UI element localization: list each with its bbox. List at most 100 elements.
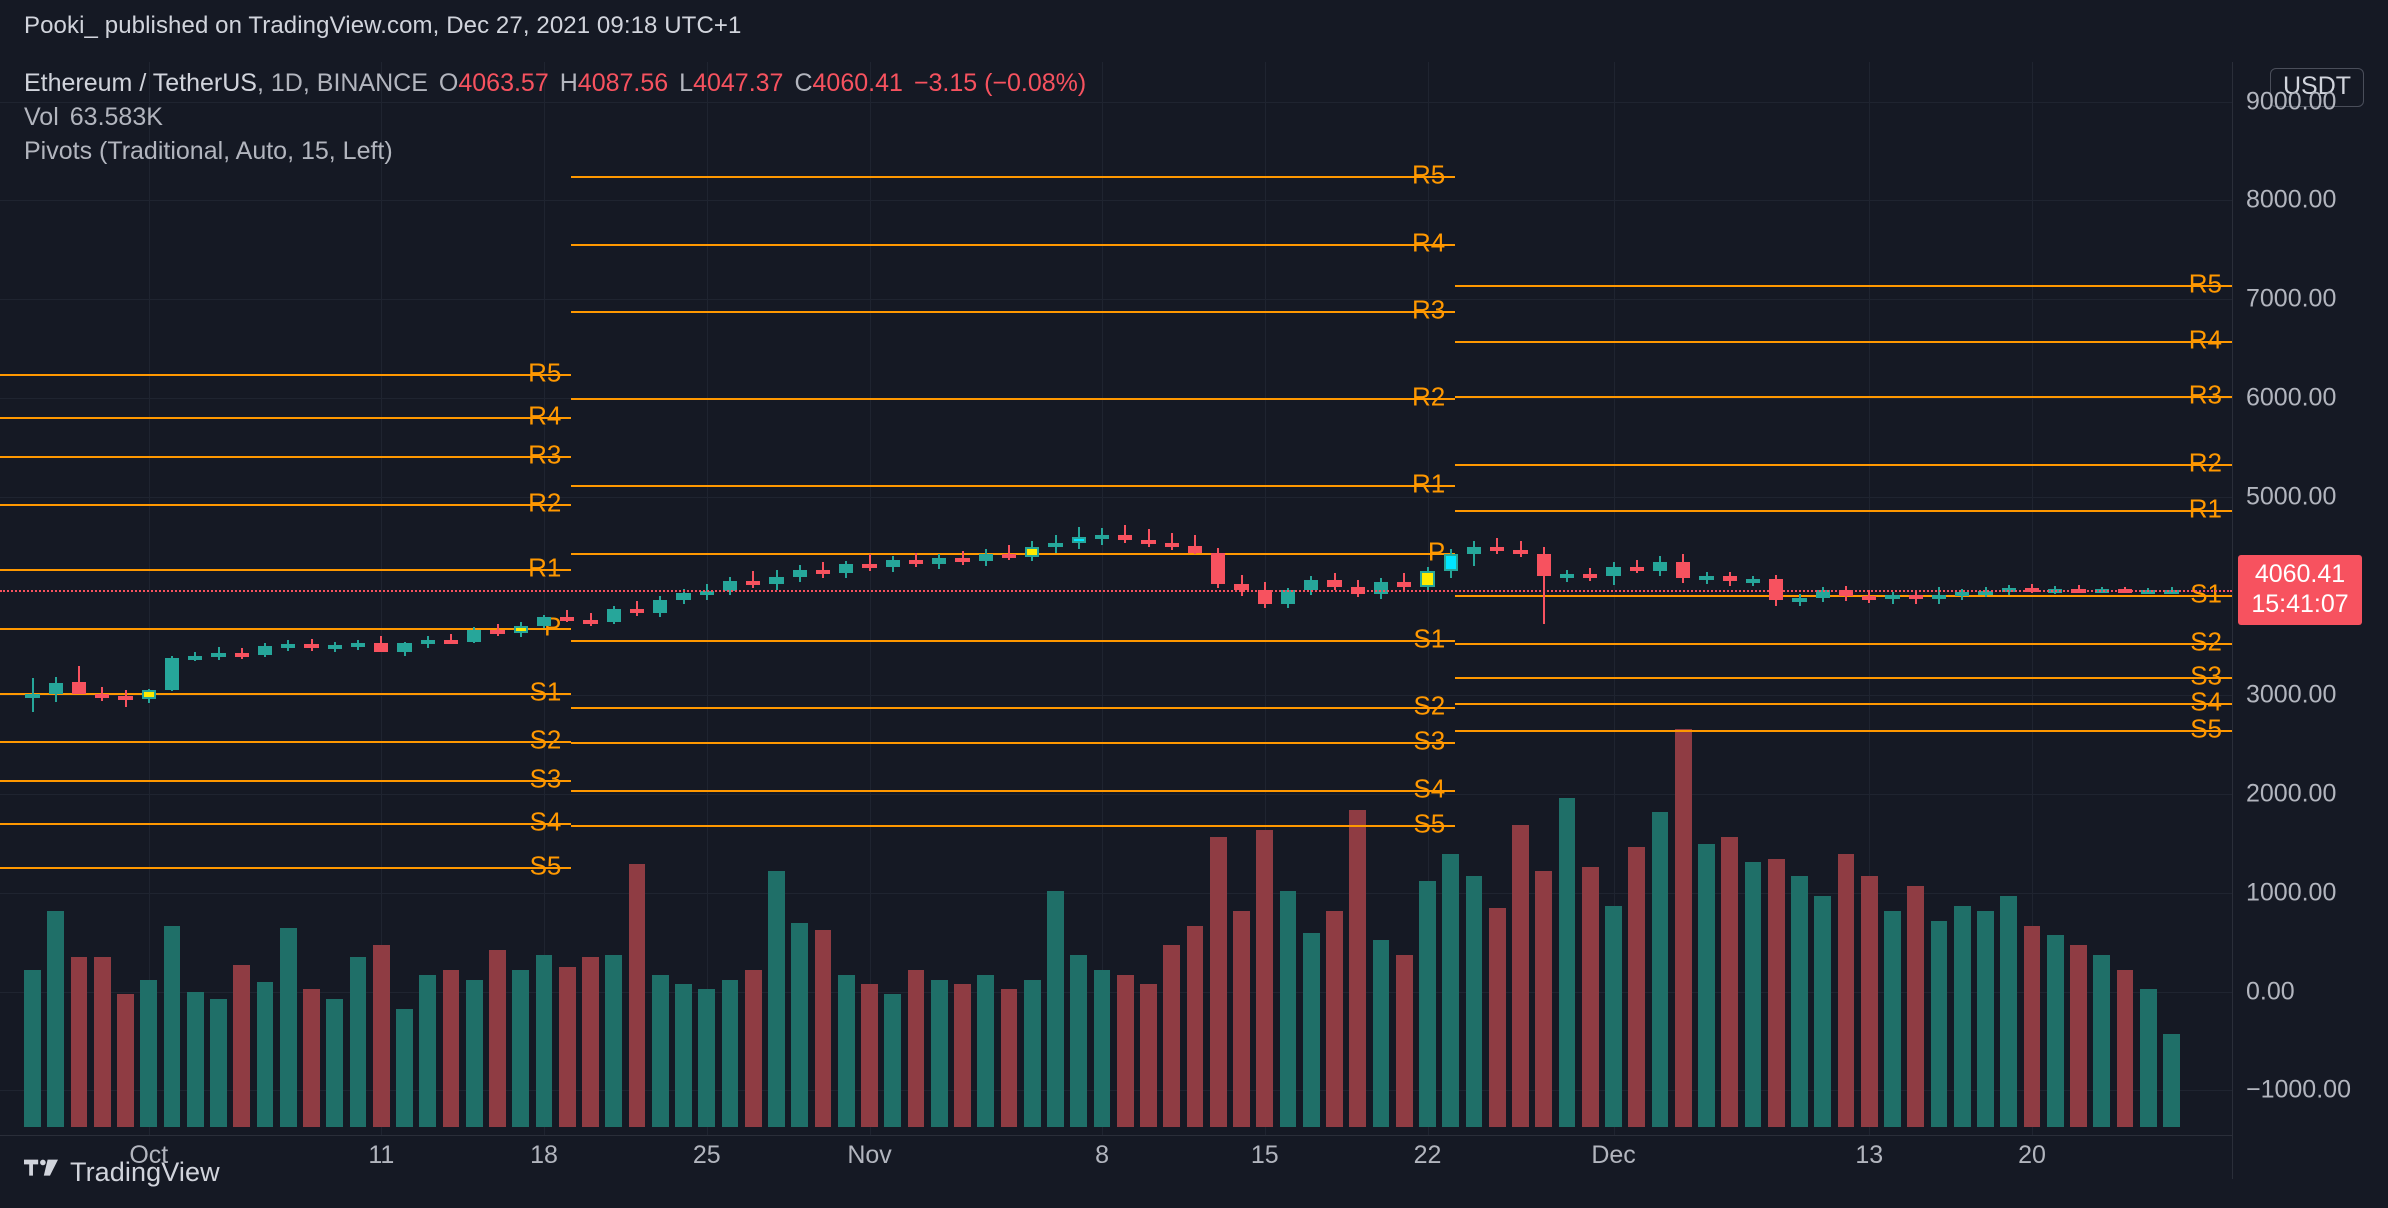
candle-body [350, 643, 366, 648]
pivot-line-s2[interactable] [571, 706, 1456, 709]
candle-body [1583, 574, 1598, 579]
current-price-badge[interactable]: 4060.41 15:41:07 [2238, 555, 2362, 626]
time-tick: 22 [1413, 1141, 1442, 1169]
volume-bar [907, 969, 925, 1127]
pivot-label-s2: S2 [1413, 690, 1446, 721]
pivot-line-r3[interactable] [1455, 396, 2232, 399]
current-price-value: 4060.41 [2254, 560, 2346, 589]
volume-bar [930, 979, 948, 1127]
pivot-line-r2[interactable] [571, 398, 1456, 401]
candle-body [1676, 562, 1691, 579]
candle-body [1955, 592, 1970, 597]
pivot-line-s5[interactable] [571, 825, 1456, 828]
pivot-line-s5[interactable] [0, 866, 572, 869]
candle-wick [1008, 544, 1011, 561]
gridline-horizontal [0, 101, 2232, 103]
pivot-label-s5: S5 [2190, 713, 2222, 744]
candle-body [1280, 590, 1296, 604]
volume-bar [2139, 989, 2157, 1127]
axis-corner [2232, 1135, 2388, 1179]
price-tick: 7000.00 [2246, 284, 2337, 313]
pivot-label-r2: R2 [2188, 447, 2222, 478]
pivot-line-s4[interactable] [0, 823, 572, 826]
pivot-line-r4[interactable] [571, 243, 1456, 246]
candle-body [443, 639, 459, 644]
candle-body [257, 646, 273, 656]
pivot-line-s3[interactable] [571, 742, 1456, 745]
volume-bar [1581, 866, 1599, 1127]
pivot-line-r5[interactable] [571, 175, 1456, 178]
pivot-line-s4[interactable] [571, 789, 1456, 792]
pivot-label-s4: S4 [529, 806, 562, 837]
chart-pane[interactable]: R5 R4 R3 R2 R1 P S1 S2 S3 S4 S5 R5 R4 R3 R2 R1 P S1 S2 S3 S4… [0, 62, 2232, 1135]
candle-body [955, 558, 970, 563]
candle-body [1164, 542, 1179, 547]
volume-bar [1047, 891, 1064, 1127]
volume-bar [721, 979, 739, 1127]
candle-body [1792, 598, 1807, 602]
pivot-line-p[interactable] [0, 627, 572, 630]
candle-body [1118, 534, 1133, 540]
pivot-label-r1: R1 [1412, 468, 1446, 499]
candle-body [1001, 553, 1017, 558]
volume-bar [744, 969, 762, 1127]
volume-bar [396, 1009, 413, 1127]
gridline-vertical [870, 62, 871, 1135]
volume-bar [1791, 876, 1808, 1127]
candle-body [1745, 579, 1761, 584]
volume-bar [768, 871, 785, 1127]
footer: TradingView [24, 1157, 220, 1188]
volume-bar [419, 974, 437, 1127]
time-tick: Nov [847, 1141, 892, 1169]
pivot-line-r3[interactable] [571, 311, 1456, 314]
price-tick: 5000.00 [2246, 482, 2337, 511]
candle-body [1629, 567, 1644, 572]
pivot-line-r1[interactable] [571, 485, 1456, 488]
volume-bar [163, 925, 181, 1127]
pivot-line-s1[interactable] [571, 639, 1456, 642]
pivot-line-s5[interactable] [1455, 729, 2232, 732]
pivot-label-r2: R2 [1412, 381, 1446, 412]
time-axis[interactable]: Oct 11 18 25 Nov 8 15 22 Dec 13 20 [0, 1135, 2232, 1179]
pivot-label-r4: R4 [2188, 324, 2222, 355]
pivot-label-s2: S2 [2190, 626, 2222, 657]
candle-body [1025, 546, 1040, 558]
volume-bar [1186, 925, 1204, 1127]
pivot-line-r4[interactable] [0, 417, 572, 420]
price-tick: 9000.00 [2246, 87, 2337, 116]
pivot-line-r2[interactable] [0, 504, 572, 507]
pivot-line-s2[interactable] [0, 741, 572, 744]
price-axis[interactable]: USDT 9000.00 8000.00 7000.00 6000.00 5000.00… [2232, 62, 2388, 1135]
gridline-horizontal [0, 892, 2232, 894]
pivot-line-r1[interactable] [1455, 509, 2232, 512]
pivot-line-r4[interactable] [1455, 340, 2232, 343]
pivot-line-s4[interactable] [1455, 702, 2232, 705]
pivot-line-r3[interactable] [0, 455, 572, 458]
candle-body [1559, 574, 1575, 579]
volume-bar [884, 994, 902, 1127]
time-tick: 18 [530, 1141, 558, 1169]
pivot-line-s3[interactable] [1455, 677, 2232, 680]
pivot-label-r1: R1 [2188, 493, 2222, 524]
volume-bar [512, 969, 530, 1127]
candle-body [932, 558, 947, 565]
candle-body [71, 682, 87, 694]
time-tick: Dec [1591, 1141, 1636, 1169]
publisher-line: Pooki_ published on TradingView.com, Dec… [24, 12, 742, 39]
pivot-line-r5[interactable] [0, 373, 572, 376]
pivot-line-s2[interactable] [1455, 643, 2232, 646]
volume-bar [2000, 896, 2018, 1127]
volume-bar [326, 999, 344, 1127]
pivot-line-s3[interactable] [0, 779, 572, 782]
pivot-line-r1[interactable] [0, 569, 572, 572]
pivot-line-r5[interactable] [1455, 284, 2232, 287]
pivot-label-r5: R5 [1412, 159, 1446, 190]
volume-bar [1070, 955, 1088, 1127]
candle-body [164, 658, 180, 690]
time-tick: 13 [1855, 1141, 1884, 1169]
pivot-line-r2[interactable] [1455, 464, 2232, 467]
volume-bar [489, 950, 506, 1127]
volume-bar [698, 989, 716, 1127]
price-tick: 6000.00 [2246, 383, 2337, 412]
pivot-label-r1: R1 [528, 552, 562, 583]
